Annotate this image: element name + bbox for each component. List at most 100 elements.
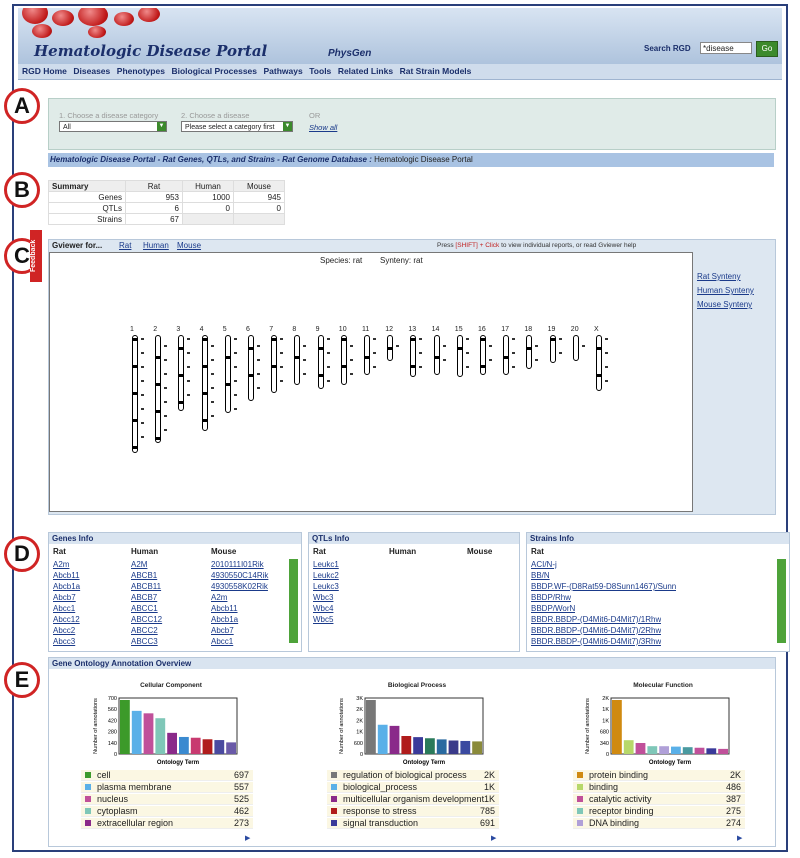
legend-row[interactable]: response to stress 785 [327, 806, 499, 817]
qtl-link[interactable]: Leukc3 [313, 582, 339, 591]
legend-row[interactable]: plasma membrane 557 [81, 782, 253, 793]
gene-link[interactable]: Abcc2 [53, 626, 75, 635]
next-arrow-icon[interactable]: ▶ [491, 834, 496, 842]
gene-link[interactable]: A2M [131, 560, 147, 569]
bar[interactable] [131, 710, 142, 754]
gene-link[interactable]: Abcb1a [211, 615, 238, 624]
bar[interactable] [671, 746, 681, 754]
chromosome-ideogram[interactable] [340, 335, 347, 385]
bar[interactable] [226, 742, 236, 754]
human-synteny-link[interactable]: Human Synteny [697, 286, 754, 295]
gene-link[interactable]: ABCB7 [131, 593, 157, 602]
chromosome-ideogram[interactable] [433, 335, 440, 375]
bar[interactable] [706, 748, 717, 754]
bar[interactable] [694, 747, 705, 754]
bar[interactable] [190, 737, 201, 754]
bar[interactable] [167, 732, 177, 754]
gene-link[interactable]: A2m [53, 560, 69, 569]
legend-row[interactable]: nucleus 525 [81, 794, 253, 805]
gene-link[interactable]: Abcb11 [211, 604, 238, 613]
chromosome-ideogram[interactable] [526, 335, 533, 369]
gene-link[interactable]: ABCB1 [131, 571, 157, 580]
bar[interactable] [214, 740, 225, 754]
nav-diseases[interactable]: Diseases [73, 64, 110, 79]
qtl-link[interactable]: Wbc5 [313, 615, 333, 624]
chromosome-ideogram[interactable] [294, 335, 301, 385]
strain-link[interactable]: BBDP/Rhw [531, 593, 571, 602]
gviewer-mouse-link[interactable]: Mouse [177, 240, 201, 252]
legend-row[interactable]: DNA binding 274 [573, 818, 745, 829]
strains-scrollbar[interactable] [777, 559, 786, 643]
bar[interactable] [202, 739, 213, 754]
gene-link[interactable]: Abcb1a [53, 582, 80, 591]
genes-scrollbar[interactable] [289, 559, 298, 643]
gene-link[interactable]: Abcb7 [211, 626, 234, 635]
qtl-link[interactable]: Leukc2 [313, 571, 339, 580]
chromosome-ideogram[interactable] [387, 335, 394, 361]
bar[interactable] [179, 736, 189, 754]
chromosome-ideogram[interactable] [596, 335, 602, 391]
nav-tools[interactable]: Tools [309, 64, 331, 79]
nav-phenotypes[interactable]: Phenotypes [117, 64, 165, 79]
gene-link[interactable]: Abcc3 [53, 637, 75, 646]
legend-row[interactable]: biological_process 1K [327, 782, 499, 793]
bar[interactable] [413, 737, 423, 754]
gene-link[interactable]: ABCB11 [131, 582, 161, 591]
legend-row[interactable]: binding 486 [573, 782, 745, 793]
gviewer-rat-link[interactable]: Rat [119, 240, 131, 252]
show-all-link[interactable]: Show all [309, 123, 337, 132]
bar[interactable] [143, 713, 154, 754]
chromosome-ideogram[interactable] [503, 335, 510, 375]
chromosome-ideogram[interactable] [224, 335, 231, 413]
gene-link[interactable]: ABCC1 [131, 604, 158, 613]
gene-link[interactable]: 2010111I01Rik [211, 560, 264, 569]
legend-row[interactable]: signal transduction 691 [327, 818, 499, 829]
bar[interactable] [635, 743, 646, 754]
chromosome-ideogram[interactable] [572, 335, 579, 361]
legend-row[interactable]: receptor binding 275 [573, 806, 745, 817]
qtl-link[interactable]: Wbc4 [313, 604, 333, 613]
mouse-synteny-link[interactable]: Mouse Synteny [697, 300, 752, 309]
chromosome-ideogram[interactable] [410, 335, 417, 377]
legend-row[interactable]: cell 697 [81, 770, 253, 781]
strain-link[interactable]: BBDR.BBDP-(D4Mit6-D4Mit7)/1Rhw [531, 615, 661, 624]
legend-row[interactable]: extracellular region 273 [81, 818, 253, 829]
strain-link[interactable]: BBDP.WF-(D8Rat59-D8Sunn1467)/Sunn [531, 582, 676, 591]
nav-pathways[interactable]: Pathways [264, 64, 303, 79]
bar[interactable] [472, 741, 482, 754]
gviewer-human-link[interactable]: Human [143, 240, 169, 252]
bar[interactable] [448, 740, 459, 755]
bar[interactable] [120, 700, 130, 754]
rat-synteny-link[interactable]: Rat Synteny [697, 272, 741, 281]
bar[interactable] [647, 746, 658, 754]
search-go-button[interactable]: Go [756, 41, 778, 57]
legend-row[interactable]: catalytic activity 387 [573, 794, 745, 805]
chromosome-ideogram[interactable] [201, 335, 208, 431]
chromosome-ideogram[interactable] [248, 335, 254, 401]
legend-row[interactable]: protein binding 2K [573, 770, 745, 781]
bar[interactable] [155, 718, 166, 754]
bar[interactable] [436, 739, 447, 754]
bar[interactable] [623, 740, 634, 754]
next-arrow-icon[interactable]: ▶ [245, 834, 250, 842]
legend-row[interactable]: multicellular organism development 1K [327, 794, 499, 805]
gene-link[interactable]: Abcc12 [53, 615, 80, 624]
bar[interactable] [682, 747, 693, 754]
gene-link[interactable]: Abcb11 [53, 571, 80, 580]
search-input[interactable]: *disease [700, 42, 752, 54]
nav-related-links[interactable]: Related Links [338, 64, 393, 79]
gene-link[interactable]: 4930550C14Rik [211, 571, 268, 580]
chromosome-ideogram[interactable] [271, 335, 278, 393]
bar[interactable] [659, 746, 669, 754]
strain-link[interactable]: BB/N [531, 571, 550, 580]
bar[interactable] [366, 700, 376, 754]
chromosome-ideogram[interactable] [132, 335, 138, 453]
bar[interactable] [389, 725, 400, 754]
gviewer-canvas[interactable]: Species: rat Synteny: rat 1 2 3 4 5 6 7 8 9 10 11 1… [49, 252, 693, 512]
bar[interactable] [425, 738, 435, 754]
nav-biological-processes[interactable]: Biological Processes [171, 64, 257, 79]
qtl-link[interactable]: Wbc3 [313, 593, 333, 602]
chromosome-ideogram[interactable] [480, 335, 486, 375]
disease-select[interactable]: Please select a category first ▼ [181, 121, 293, 132]
gene-link[interactable]: A2m [211, 593, 227, 602]
